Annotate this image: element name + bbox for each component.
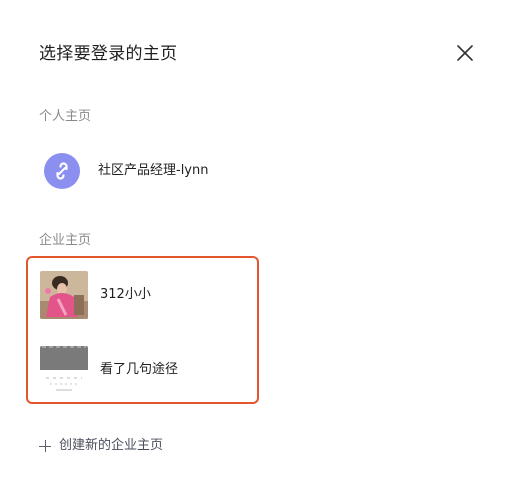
close-icon xyxy=(457,45,473,61)
create-company-homepage-link[interactable]: 创建新的企业主页 xyxy=(39,437,163,455)
plus-icon xyxy=(39,440,51,452)
select-homepage-dialog: 选择要登录的主页 个人主页 社区产品经理-lynn 企业主页 312小小 看了几… xyxy=(0,0,506,489)
photo-thumbnail-icon xyxy=(40,271,88,319)
company-homepage-name: 312小小 xyxy=(100,287,151,302)
company-section-label: 企业主页 xyxy=(39,233,92,248)
link-chain-icon xyxy=(56,162,68,180)
personal-homepage-item[interactable]: 社区产品经理-lynn xyxy=(44,153,208,189)
close-button[interactable] xyxy=(455,43,475,63)
personal-section-label: 个人主页 xyxy=(39,109,92,124)
company-homepage-name: 看了几句途径 xyxy=(100,362,179,377)
company-homepage-item[interactable]: 看了几句途径 xyxy=(40,346,178,394)
company-list-highlight: 312小小 看了几句途径 xyxy=(26,256,259,404)
avatar xyxy=(44,153,80,189)
create-company-homepage-label: 创建新的企业主页 xyxy=(59,438,164,453)
blurred-thumbnail-icon xyxy=(40,346,88,394)
company-homepage-item[interactable]: 312小小 xyxy=(40,271,151,319)
dialog-title: 选择要登录的主页 xyxy=(39,44,178,64)
personal-homepage-name: 社区产品经理-lynn xyxy=(98,163,209,178)
